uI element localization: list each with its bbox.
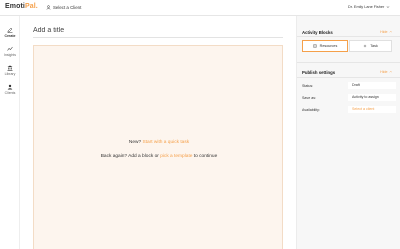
save-as-label: Save as: [302,96,316,100]
resources-block-button[interactable]: Resources [302,40,348,52]
nav-label-clients: Clients [4,91,16,95]
editor-canvas[interactable]: New? Start with a quick task Back again?… [33,45,283,249]
empty-state-continue-text: to continue [193,154,218,159]
resources-icon [313,44,317,48]
user-menu[interactable]: Dr. Emily Lane Fisher [348,5,390,9]
save-as-row: Save as: Activity to assign [302,94,396,102]
chevron-down-icon [386,6,390,8]
empty-state-line-1: New? Start with a quick task [34,140,284,145]
publish-settings-divider [297,77,400,78]
plus-icon [364,44,367,48]
publish-settings-heading: Publish settings [302,70,336,75]
nav-item-library[interactable]: Library [0,65,20,76]
clients-icon [7,84,13,90]
status-row: Status: Draft [302,82,396,90]
user-name: Dr. Emily Lane Fisher [348,5,385,9]
create-icon [7,27,13,33]
chevron-up-icon [389,71,392,73]
availability-label: Availability: [302,108,320,112]
title-input[interactable] [33,24,283,36]
right-panel: Activity Blocks Hide Resources Task Publ… [296,16,400,249]
status-select[interactable]: Draft [348,82,396,89]
activity-blocks-heading: Activity Blocks [302,30,333,35]
title-field-wrapper [33,24,283,38]
status-label: Status: [302,84,314,88]
save-as-select[interactable]: Activity to assign [348,94,396,101]
nav-label-library: Library [4,72,16,76]
empty-state-line-2: Back again? Add a block or pick a templa… [34,154,284,159]
quick-task-link[interactable]: Start with a quick task [142,140,189,145]
select-client-label: Select a Client [53,4,82,10]
activity-blocks-divider [297,36,400,37]
nav-label-create: Create [4,34,16,38]
publish-settings-hide-label: Hide [380,70,388,74]
resources-label: Resources [319,44,338,48]
empty-state-new-text: New? [128,140,142,145]
logo-accent-text: Pal. [24,3,38,10]
library-icon [7,65,13,71]
user-icon [46,4,51,10]
task-label: Task [370,44,378,48]
empty-state-back-text: Back again? Add a block or [100,154,159,159]
task-block-button[interactable]: Task [349,40,392,52]
app-logo[interactable]: EmotiPal. [5,3,38,10]
publish-settings-hide-toggle[interactable]: Hide [380,70,392,74]
logo-text: Emoti [5,3,25,10]
pick-template-link[interactable]: pick a template [160,154,192,159]
nav-item-create[interactable]: Create [0,27,20,38]
availability-select-client[interactable]: Select a client [348,106,396,113]
nav-item-insights[interactable]: Insights [0,46,20,57]
left-nav: Create Insights Library Clients [0,16,20,249]
insights-icon [7,46,13,51]
activity-blocks-hide-label: Hide [380,30,388,34]
section-divider [297,62,400,63]
select-client-button[interactable]: Select a Client [46,5,81,10]
top-bar: EmotiPal. Select a Client Dr. Emily Lane… [0,0,400,16]
chevron-up-icon [389,31,392,33]
availability-row: Availability: Select a client [302,106,396,114]
nav-label-insights: Insights [3,53,17,57]
activity-blocks-hide-toggle[interactable]: Hide [380,30,392,34]
nav-item-clients[interactable]: Clients [0,84,20,95]
